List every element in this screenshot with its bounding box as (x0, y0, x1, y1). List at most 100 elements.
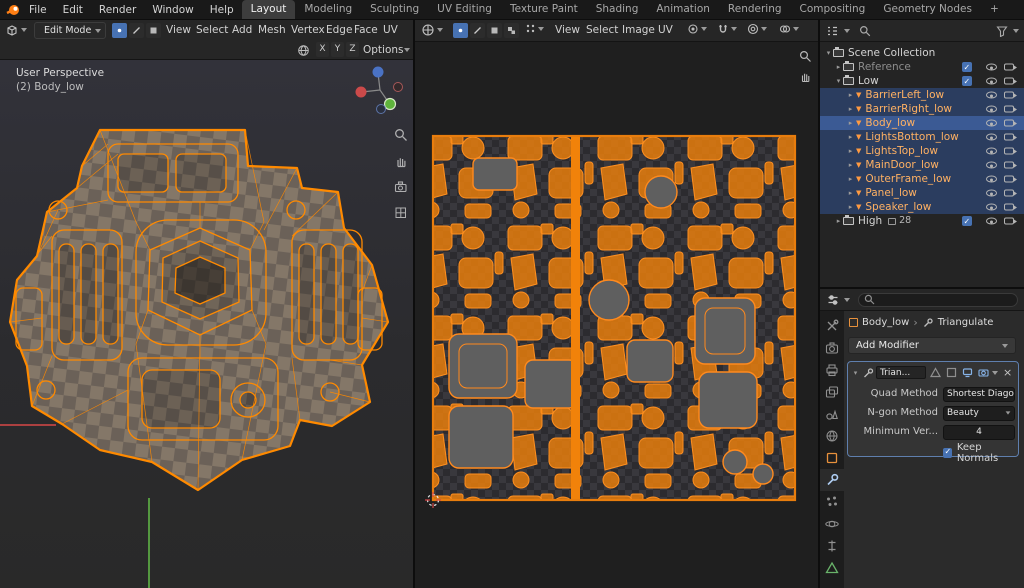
proportional-editing-dropdown[interactable] (747, 23, 767, 35)
pivot-point-dropdown[interactable] (687, 23, 707, 35)
outliner-row-high[interactable]: High 28 (820, 214, 1024, 228)
hide-viewport-icon[interactable] (986, 64, 997, 71)
workspace-tab-shading[interactable]: Shading (587, 0, 648, 19)
uv-face-select-button[interactable] (487, 23, 502, 38)
tab-physics[interactable] (820, 513, 844, 535)
mirror-y-button[interactable]: Y (331, 42, 344, 57)
expand-icon[interactable] (846, 88, 855, 102)
outliner-row-reference[interactable]: Reference (820, 60, 1024, 74)
uv-layout[interactable] (415, 42, 818, 588)
gizmo-x-axis[interactable] (356, 87, 367, 98)
outliner-row-lightsbottom-low[interactable]: LightsBottom_low (820, 130, 1024, 144)
viewport-menu-face[interactable]: Face (354, 20, 378, 41)
ortho-toggle-icon[interactable] (394, 206, 409, 221)
uv-overlays-toggle[interactable] (779, 23, 799, 35)
show-on-cage-toggle[interactable] (928, 366, 942, 380)
workspace-tab-uv-editing[interactable]: UV Editing (428, 0, 501, 19)
exclude-checkbox[interactable] (962, 76, 972, 86)
tab-tool[interactable] (820, 315, 844, 337)
transform-orientation-icon[interactable] (297, 44, 310, 57)
disable-render-icon[interactable] (1004, 134, 1014, 141)
workspace-tab-geometry-nodes[interactable]: Geometry Nodes (874, 0, 981, 19)
uv-island-select-button[interactable] (504, 23, 519, 38)
hide-viewport-icon[interactable] (986, 148, 997, 155)
disable-render-icon[interactable] (1004, 148, 1014, 155)
outliner-search-icon[interactable] (859, 25, 871, 37)
exclude-checkbox[interactable] (962, 216, 972, 226)
pan-hand-icon[interactable] (394, 154, 409, 169)
uv-pan-hand-icon[interactable] (799, 70, 812, 83)
tab-object-data[interactable] (820, 557, 844, 579)
tab-output[interactable] (820, 359, 844, 381)
expand-icon[interactable] (846, 158, 855, 172)
viewport-menu-uv[interactable]: UV (383, 20, 398, 41)
uv-edge-select-button[interactable] (470, 23, 485, 38)
disable-render-icon[interactable] (1004, 190, 1014, 197)
ngon-method-dropdown[interactable]: Beauty (943, 406, 1015, 421)
gizmo-y-axis[interactable] (385, 99, 396, 110)
uv-vertex-select-button[interactable] (453, 23, 468, 38)
uv-zoom-icon[interactable] (799, 50, 812, 63)
disable-render-icon[interactable] (1004, 78, 1014, 85)
expand-icon[interactable] (846, 116, 855, 130)
panel-expand-icon[interactable] (851, 369, 860, 377)
edited-mesh-body-low[interactable] (0, 60, 414, 588)
tab-view-layer[interactable] (820, 381, 844, 403)
mirror-z-button[interactable]: Z (346, 42, 359, 57)
menu-help[interactable]: Help (202, 0, 242, 20)
workspace-tab-rendering[interactable]: Rendering (719, 0, 791, 19)
gizmo-x-neg-axis[interactable] (394, 83, 403, 92)
editor-type-properties[interactable] (826, 293, 840, 307)
remove-modifier-button[interactable] (1000, 366, 1012, 379)
viewport-menu-edge[interactable]: Edge (326, 20, 352, 41)
navigation-gizmo[interactable] (352, 62, 408, 118)
outliner-row-panel-low[interactable]: Panel_low (820, 186, 1024, 200)
workspace-tab-layout[interactable]: Layout (242, 0, 296, 19)
mirror-x-button[interactable]: X (316, 42, 329, 57)
viewport-menu-vertex[interactable]: Vertex (291, 20, 325, 41)
menu-window[interactable]: Window (144, 0, 201, 20)
disable-render-icon[interactable] (1004, 64, 1014, 71)
tab-particles[interactable] (820, 491, 844, 513)
workspace-tab-texture-paint[interactable]: Texture Paint (501, 0, 587, 19)
disable-render-icon[interactable] (1004, 92, 1014, 99)
uv-menu-view[interactable]: View (555, 20, 580, 41)
uv-menu-uv[interactable]: UV (658, 20, 673, 41)
tab-render[interactable] (820, 337, 844, 359)
expand-icon[interactable] (846, 144, 855, 158)
face-select-mode-button[interactable] (146, 23, 161, 38)
camera-view-icon[interactable] (394, 180, 409, 195)
hide-viewport-icon[interactable] (986, 78, 997, 85)
disable-render-icon[interactable] (1004, 162, 1014, 169)
breadcrumb-modifier[interactable]: Triangulate (938, 317, 994, 328)
expand-icon[interactable] (834, 74, 843, 88)
editor-type-uv-editor[interactable] (421, 23, 443, 37)
expand-icon[interactable] (824, 46, 833, 60)
modifier-extras-icon[interactable] (992, 371, 998, 375)
workspace-tab-animation[interactable]: Animation (647, 0, 719, 19)
mode-dropdown[interactable]: Edit Mode (34, 22, 106, 39)
tab-object[interactable] (820, 447, 844, 469)
show-realtime-toggle[interactable] (960, 366, 974, 380)
keep-normals-checkbox[interactable] (943, 448, 952, 458)
expand-icon[interactable] (846, 130, 855, 144)
min-vertices-field[interactable]: 4 (943, 425, 1015, 440)
hide-viewport-icon[interactable] (986, 190, 997, 197)
exclude-checkbox[interactable] (962, 62, 972, 72)
menu-file[interactable]: File (21, 0, 55, 20)
add-workspace-button[interactable]: + (981, 0, 1008, 19)
viewport-menu-view[interactable]: View (166, 20, 191, 41)
hide-viewport-icon[interactable] (986, 106, 997, 113)
outliner-row-barrierright-low[interactable]: BarrierRight_low (820, 102, 1024, 116)
tab-constraints[interactable] (820, 535, 844, 557)
disable-render-icon[interactable] (1004, 204, 1014, 211)
viewport-menu-add[interactable]: Add (232, 20, 252, 41)
uv-editor-canvas[interactable] (415, 42, 818, 588)
vertex-select-mode-button[interactable] (112, 23, 127, 38)
snap-dropdown[interactable] (717, 23, 737, 35)
filter-icon[interactable] (996, 25, 1008, 37)
workspace-tab-modeling[interactable]: Modeling (295, 0, 361, 19)
expand-icon[interactable] (834, 60, 843, 74)
menu-edit[interactable]: Edit (55, 0, 91, 20)
options-dropdown[interactable]: Options (363, 40, 404, 61)
